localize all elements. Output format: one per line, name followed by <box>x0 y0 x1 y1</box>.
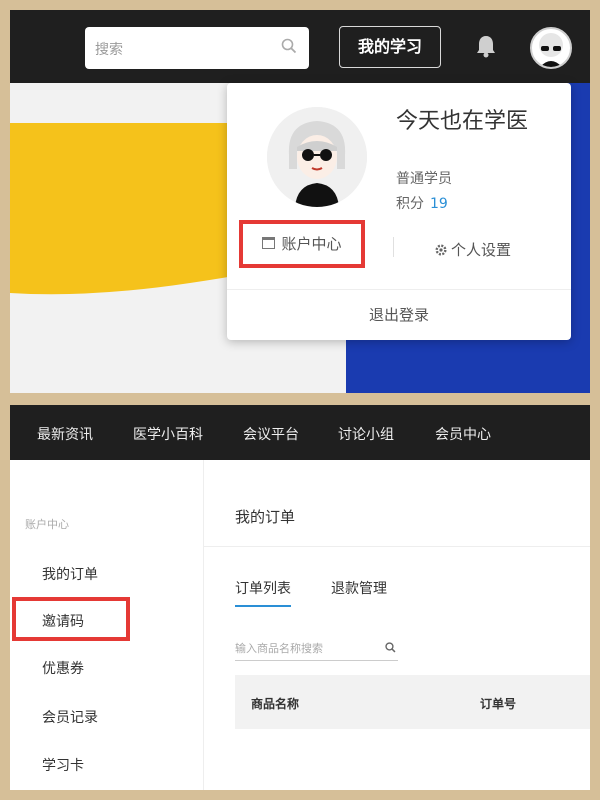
user-points: 积分 19 <box>396 193 448 213</box>
nav-item-discussion[interactable]: 讨论小组 <box>338 424 394 444</box>
tab-refund-management[interactable]: 退款管理 <box>331 578 387 598</box>
column-product-name: 商品名称 <box>251 697 300 711</box>
top-navbar: 搜索 我的学习 <box>10 10 590 83</box>
sidebar-item-invite-code[interactable]: 邀请码 <box>42 611 84 631</box>
avatar-image <box>539 33 563 67</box>
title-divider <box>204 546 590 547</box>
user-dropdown-menu: 今天也在学医 普通学员 积分 19 账户中心 个人设置 退出登录 <box>227 83 571 340</box>
nav-item-conference[interactable]: 会议平台 <box>243 424 299 444</box>
menu-separator <box>393 237 394 257</box>
bottom-screenshot: 最新资讯 医学小百科 会议平台 讨论小组 会员中心 账户中心 我的订单 邀请码 … <box>10 405 590 790</box>
sidebar-item-membership-records[interactable]: 会员记录 <box>42 707 98 727</box>
nav-item-news[interactable]: 最新资讯 <box>37 424 93 444</box>
search-input[interactable]: 搜索 <box>85 27 309 69</box>
menu-divider <box>227 289 571 290</box>
personal-settings-button[interactable]: 个人设置 <box>435 239 511 260</box>
username: 今天也在学医 <box>396 109 529 134</box>
points-label: 积分 <box>396 196 424 212</box>
points-value: 19 <box>430 196 448 212</box>
user-avatar[interactable] <box>530 27 572 69</box>
nav-item-encyclopedia[interactable]: 医学小百科 <box>133 424 203 444</box>
sidebar-item-study-card[interactable]: 学习卡 <box>42 755 84 775</box>
main-navbar: 最新资讯 医学小百科 会议平台 讨论小组 会员中心 <box>10 405 590 460</box>
my-study-button[interactable]: 我的学习 <box>339 26 441 68</box>
bell-icon[interactable] <box>475 34 497 58</box>
nav-item-membership[interactable]: 会员中心 <box>435 424 491 444</box>
sidebar-item-coupons[interactable]: 优惠券 <box>42 658 84 678</box>
top-screenshot: 搜索 我的学习 今天也在学医 普通学员 积分 19 账户中心 个人设置 退出登录 <box>10 10 590 393</box>
sidebar-header: 账户中心 <box>25 518 69 531</box>
user-role: 普通学员 <box>396 171 452 187</box>
orders-table-header: 商品名称 订单号 <box>235 675 590 729</box>
order-search-placeholder: 输入商品名称搜索 <box>235 642 323 655</box>
profile-avatar-image <box>267 107 367 207</box>
tab-order-list[interactable]: 订单列表 <box>235 578 291 598</box>
account-center-button[interactable]: 账户中心 <box>239 220 365 268</box>
active-tab-indicator <box>235 605 291 607</box>
column-order-number: 订单号 <box>480 697 517 711</box>
order-search-input[interactable]: 输入商品名称搜索 <box>235 636 398 661</box>
logout-button[interactable]: 退出登录 <box>227 304 571 325</box>
page-title: 我的订单 <box>235 508 296 526</box>
gear-icon <box>435 244 447 256</box>
search-placeholder: 搜索 <box>95 42 123 58</box>
personal-settings-label: 个人设置 <box>451 241 512 259</box>
account-center-label: 账户中心 <box>281 235 342 253</box>
sidebar-item-orders[interactable]: 我的订单 <box>42 564 98 584</box>
search-icon[interactable] <box>281 38 297 54</box>
card-icon <box>262 237 276 249</box>
search-icon[interactable] <box>385 642 396 653</box>
profile-avatar[interactable] <box>267 107 367 207</box>
